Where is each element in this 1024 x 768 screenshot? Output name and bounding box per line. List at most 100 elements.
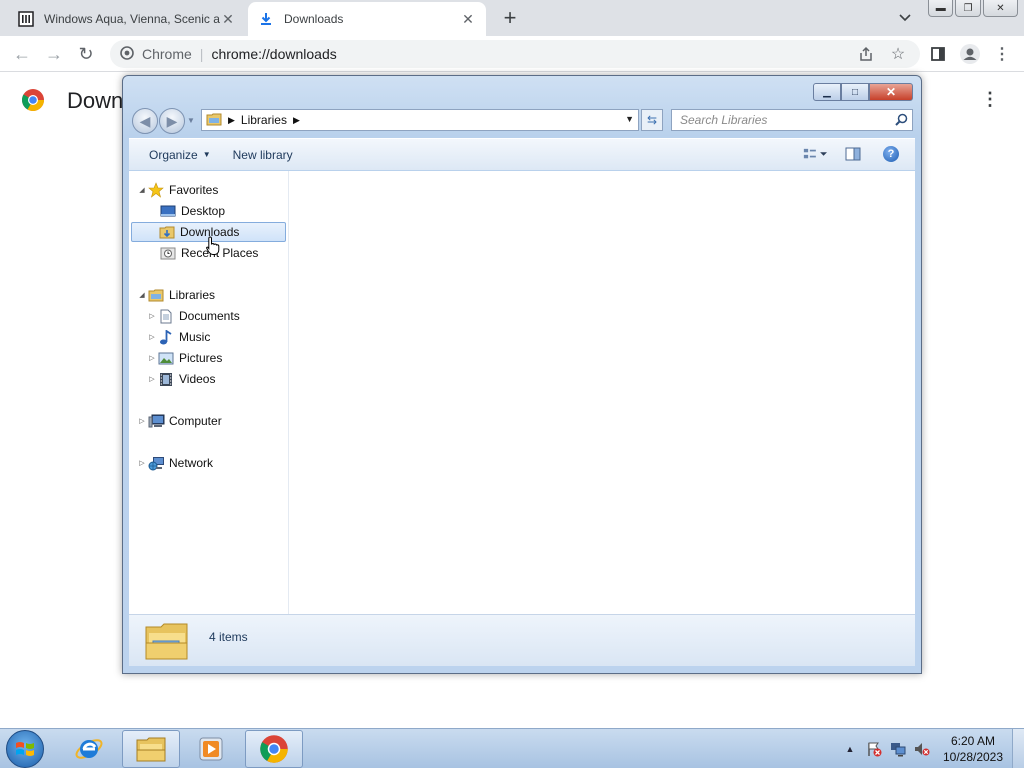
nav-label: Music (179, 330, 211, 344)
collapsed-arrow-icon[interactable]: ▷ (147, 312, 157, 320)
music-icon (157, 329, 175, 345)
nav-pictures[interactable]: ▷ Pictures (147, 348, 222, 368)
action-center-flag-icon[interactable] (866, 741, 882, 757)
chrome-logo-icon (21, 88, 45, 112)
navigation-pane: ◢ Favorites Desktop Downloads Recent Pla… (129, 171, 289, 614)
media-player-icon[interactable] (182, 730, 240, 768)
close-icon[interactable]: ✕ (460, 11, 476, 27)
recent-pages-dropdown-icon[interactable]: ▼ (187, 116, 195, 125)
organize-button[interactable]: Organize ▼ (141, 143, 219, 167)
minimize-button[interactable]: ▁ (813, 83, 841, 101)
back-arrow-icon[interactable]: ← (10, 42, 34, 66)
nav-label: Pictures (179, 351, 223, 365)
nav-label: Videos (179, 372, 216, 386)
nav-downloads[interactable]: Downloads (131, 222, 286, 242)
nav-label: Computer (169, 414, 222, 428)
system-tray: ▲ (842, 729, 930, 768)
nav-documents[interactable]: ▷ Documents (147, 306, 240, 326)
nav-libraries[interactable]: ◢ Libraries (137, 285, 215, 305)
nav-label: Recent Places (181, 246, 259, 260)
nav-network[interactable]: ▷ Network (137, 453, 213, 473)
collapsed-arrow-icon[interactable]: ▷ (147, 354, 157, 362)
chrome-taskbar-button[interactable] (245, 730, 303, 768)
file-list-pane[interactable] (290, 171, 915, 614)
share-icon[interactable] (856, 44, 876, 64)
reload-icon[interactable]: ↻ (74, 42, 98, 66)
forward-arrow-icon[interactable]: ▶ (159, 108, 185, 134)
nav-label: Libraries (169, 288, 216, 302)
refresh-icon[interactable]: ⇆ (641, 109, 663, 131)
videos-icon (157, 371, 175, 387)
bookmark-star-icon[interactable]: ☆ (888, 44, 908, 64)
nav-recent-places[interactable]: Recent Places (159, 243, 258, 263)
library-folder-icon (206, 112, 222, 129)
recent-places-icon (159, 245, 177, 261)
tab-downloads[interactable]: Downloads ✕ (248, 2, 486, 36)
close-icon[interactable]: ✕ (220, 11, 236, 27)
volume-muted-icon[interactable] (914, 741, 930, 757)
close-window-button[interactable]: ✕ (982, 0, 1019, 17)
expanded-arrow-icon[interactable]: ◢ (137, 186, 147, 194)
back-arrow-icon[interactable]: ◀ (132, 108, 158, 134)
nav-desktop[interactable]: Desktop (159, 201, 225, 221)
maximize-button[interactable]: □ (841, 83, 869, 101)
command-bar: Organize ▼ New library ? (129, 138, 915, 170)
omnibox-separator: | (199, 46, 204, 62)
search-input[interactable] (680, 113, 880, 127)
collapsed-arrow-icon[interactable]: ▷ (137, 459, 147, 467)
network-tray-icon[interactable] (890, 741, 906, 757)
expanded-arrow-icon[interactable]: ◢ (137, 291, 147, 299)
search-icon[interactable] (895, 113, 908, 129)
system-clock[interactable]: 6:20 AM 10/28/2023 (940, 733, 1006, 765)
chrome-menu-icon[interactable]: ⋮ (992, 44, 1012, 64)
omnibox[interactable]: Chrome | chrome://downloads (110, 40, 920, 68)
collapsed-arrow-icon[interactable]: ▷ (147, 333, 157, 341)
close-window-button[interactable]: ✕ (869, 83, 913, 101)
breadcrumb-separator-icon[interactable]: ▶ (228, 115, 235, 126)
nav-music[interactable]: ▷ Music (147, 327, 210, 347)
more-options-icon[interactable]: ⋮ (980, 90, 1000, 110)
collapsed-arrow-icon[interactable]: ▷ (137, 417, 147, 425)
chevron-down-icon[interactable] (895, 8, 915, 28)
nav-label: Favorites (169, 183, 219, 197)
new-library-button[interactable]: New library (225, 143, 301, 167)
nav-favorites[interactable]: ◢ Favorites (137, 180, 218, 200)
library-folder-icon (143, 619, 191, 666)
preview-pane-icon[interactable] (841, 143, 865, 165)
new-tab-button[interactable]: + (498, 5, 522, 30)
details-pane: 4 items (129, 614, 915, 666)
address-bar[interactable]: ▶ Libraries ▶ ▼ (201, 109, 639, 131)
search-box[interactable] (671, 109, 913, 131)
desktop-icon (159, 203, 177, 219)
windows-start-button[interactable] (6, 730, 44, 768)
breadcrumb-libraries[interactable]: Libraries (241, 113, 287, 127)
download-icon (258, 11, 274, 27)
tab-windows-aqua[interactable]: Windows Aqua, Vienna, Scenic an ✕ (8, 2, 246, 36)
side-panel-icon[interactable] (928, 44, 948, 64)
windows-explorer-taskbar-button[interactable] (122, 730, 180, 768)
restore-button[interactable]: ❐ (955, 0, 981, 17)
library-folder-icon (147, 287, 165, 303)
browser-toolbar: ← → ↻ Chrome | chrome://downloads ☆ ⋮ (0, 36, 1024, 72)
nav-computer[interactable]: ▷ Computer (137, 411, 222, 431)
show-hidden-icons-icon[interactable]: ▲ (842, 741, 858, 757)
star-icon (147, 182, 165, 198)
breadcrumb-separator-icon[interactable]: ▶ (293, 115, 300, 126)
nav-videos[interactable]: ▷ Videos (147, 369, 215, 389)
profile-avatar-icon[interactable] (960, 44, 980, 64)
forward-arrow-icon[interactable]: → (42, 42, 66, 66)
clock-date: 10/28/2023 (942, 750, 1004, 764)
help-icon[interactable]: ? (879, 143, 903, 165)
address-dropdown-icon[interactable]: ▼ (625, 114, 634, 124)
change-view-icon[interactable] (803, 143, 827, 165)
collapsed-arrow-icon[interactable]: ▷ (147, 375, 157, 383)
omnibox-origin: Chrome (142, 46, 192, 62)
show-desktop-button[interactable] (1012, 729, 1024, 768)
explorer-window: ▁ □ ✕ ◀ ▶ ▼ ▶ Libraries ▶ ▼ ⇆ Organize ▼… (122, 75, 922, 674)
nav-label: Downloads (180, 225, 240, 239)
internet-explorer-icon[interactable] (60, 730, 118, 768)
chrome-logo-icon (120, 45, 134, 63)
nav-label: Network (169, 456, 214, 470)
organize-label: Organize (149, 147, 198, 162)
minimize-button[interactable]: ▬ (928, 0, 954, 17)
